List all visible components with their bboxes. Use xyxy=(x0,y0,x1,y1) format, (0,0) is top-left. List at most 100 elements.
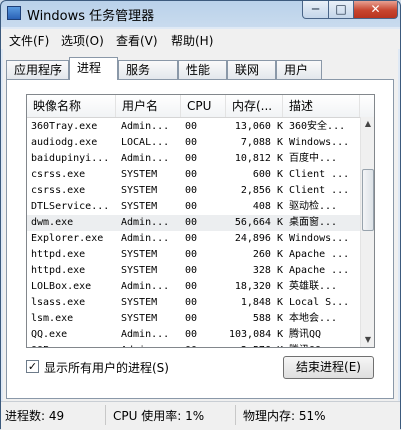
tab-services[interactable]: 服务 xyxy=(118,60,178,79)
process-description: 百度中... xyxy=(289,153,338,164)
process-row[interactable]: QQ.exe Admin... 00 103,084 K 腾讯QQ xyxy=(27,327,360,343)
column-memory[interactable]: 内存(... xyxy=(226,95,283,117)
process-memory: 260 K xyxy=(252,249,283,260)
process-row[interactable]: httpd.exe SYSTEM 00 328 K Apache ... xyxy=(27,263,360,279)
process-user: SYSTEM xyxy=(121,169,158,180)
process-memory: 10,812 K xyxy=(234,153,283,164)
process-memory: 600 K xyxy=(252,169,283,180)
process-user: SYSTEM xyxy=(121,313,158,324)
menu-view[interactable]: 查看(V) xyxy=(116,32,158,49)
process-user: Admin... xyxy=(121,343,183,347)
tab-processes[interactable]: 进程 xyxy=(69,57,118,80)
tab-networking[interactable]: 联网 xyxy=(227,60,276,79)
process-row[interactable]: csrss.exe SYSTEM 00 600 K Client ... xyxy=(27,167,360,183)
process-memory: 2,576 K xyxy=(229,343,283,347)
process-description: Windows... xyxy=(289,233,350,244)
end-process-button[interactable]: 结束进程(E) xyxy=(283,356,374,379)
process-list[interactable]: 映像名称 用户名 CPU 内存(... 描述 360Tray.exe Admin.… xyxy=(26,94,375,348)
process-description: 360安全... xyxy=(289,121,346,132)
process-cpu: 00 xyxy=(185,297,198,308)
process-cpu: 00 xyxy=(185,313,198,324)
title-bar[interactable]: Windows 任务管理器 ─ □ ✕ xyxy=(1,1,400,27)
process-description: Local S... xyxy=(289,297,350,308)
scroll-thumb[interactable] xyxy=(362,169,374,231)
process-name: httpd.exe xyxy=(31,265,86,276)
process-name: QQ.exe xyxy=(31,329,68,340)
process-row[interactable]: lsass.exe SYSTEM 00 1,848 K Local S... xyxy=(27,295,360,311)
process-row[interactable]: Explorer.exe Admin... 00 24,896 K Windows... xyxy=(27,231,360,247)
process-description: Windows... xyxy=(289,137,350,148)
process-cpu: 00 xyxy=(185,169,198,180)
process-memory: 7,088 K xyxy=(240,137,283,148)
process-row[interactable]: csrss.exe SYSTEM 00 2,856 K Client ... xyxy=(27,183,360,199)
process-row[interactable]: lsm.exe SYSTEM 00 588 K 本地会... xyxy=(27,311,360,327)
minimize-button[interactable]: ─ xyxy=(302,1,329,19)
process-user: Admin... xyxy=(121,217,170,228)
maximize-button[interactable]: □ xyxy=(328,1,354,19)
column-description[interactable]: 描述 xyxy=(283,95,360,117)
process-description: Apache ... xyxy=(289,265,350,276)
process-row[interactable]: QQPro.exeAdmin...00 2,576 K 腾讯QQ xyxy=(27,343,360,347)
tab-applications[interactable]: 应用程序 xyxy=(6,60,69,79)
process-row[interactable]: LOLBox.exe Admin... 00 18,320 K 英雄联... xyxy=(27,279,360,295)
process-name: csrss.exe xyxy=(31,169,86,180)
menu-bar: 文件(F) 选项(O) 查看(V) 帮助(H) xyxy=(1,29,400,49)
scroll-up-icon[interactable]: ▲ xyxy=(362,117,374,131)
process-description: 桌面窗... xyxy=(289,217,338,228)
tab-performance[interactable]: 性能 xyxy=(178,60,227,79)
process-user: SYSTEM xyxy=(121,265,158,276)
process-memory: 1,848 K xyxy=(240,297,283,308)
process-row[interactable]: DTLService... SYSTEM 00 408 K 驱动检... xyxy=(27,199,360,215)
window-title: Windows 任务管理器 xyxy=(27,9,155,24)
process-row[interactable]: audiodg.exe LOCAL... 00 7,088 K Windows... xyxy=(27,135,360,151)
process-description: Client ... xyxy=(289,185,350,196)
column-image-name[interactable]: 映像名称 xyxy=(27,95,116,117)
menu-options[interactable]: 选项(O) xyxy=(61,32,104,49)
process-memory: 13,060 K xyxy=(234,121,283,132)
process-description: Apache ... xyxy=(289,249,350,260)
process-cpu: 00 xyxy=(185,217,198,228)
process-cpu: 00 xyxy=(185,153,198,164)
process-cpu: 00 xyxy=(185,343,225,347)
memory-usage: 物理内存: 51% xyxy=(243,409,326,423)
process-description: 腾讯QQ xyxy=(289,343,359,347)
process-row[interactable]: httpd.exe SYSTEM 00 260 K Apache ... xyxy=(27,247,360,263)
process-memory: 588 K xyxy=(252,313,283,324)
task-manager-icon xyxy=(7,6,21,20)
menu-help[interactable]: 帮助(H) xyxy=(171,32,213,49)
cpu-usage: CPU 使用率: 1% xyxy=(113,409,205,423)
process-memory: 408 K xyxy=(252,201,283,212)
show-all-users-checkbox[interactable]: ✓ xyxy=(26,360,39,373)
process-row[interactable]: 360Tray.exe Admin... 00 13,060 K 360安全... xyxy=(27,119,360,135)
checkmark-icon: ✓ xyxy=(27,360,38,373)
process-name: lsass.exe xyxy=(31,297,86,308)
show-all-users-label[interactable]: 显示所有用户的进程(S) xyxy=(44,359,169,376)
process-user: SYSTEM xyxy=(121,249,158,260)
process-memory: 56,664 K xyxy=(234,217,283,228)
process-cpu: 00 xyxy=(185,233,198,244)
process-cpu: 00 xyxy=(185,265,198,276)
process-row[interactable]: dwm.exe Admin... 00 56,664 K 桌面窗... xyxy=(27,215,360,231)
process-memory: 2,856 K xyxy=(240,185,283,196)
column-header-row: 映像名称 用户名 CPU 内存(... 描述 xyxy=(27,95,374,118)
process-user: SYSTEM xyxy=(121,185,158,196)
process-name: baidupinyi... xyxy=(31,153,110,164)
process-row[interactable]: baidupinyi... Admin... 00 10,812 K 百度中... xyxy=(27,151,360,167)
process-name: httpd.exe xyxy=(31,249,86,260)
column-user-name[interactable]: 用户名 xyxy=(116,95,181,117)
process-cpu: 00 xyxy=(185,329,198,340)
scroll-down-icon[interactable]: ▼ xyxy=(362,333,374,347)
menu-file[interactable]: 文件(F) xyxy=(9,32,49,49)
tab-users[interactable]: 用户 xyxy=(276,60,322,79)
process-user: Admin... xyxy=(121,121,170,132)
process-description: 本地会... xyxy=(289,313,338,324)
process-description: 驱动检... xyxy=(289,201,338,212)
process-cpu: 00 xyxy=(185,201,198,212)
status-separator xyxy=(235,405,236,425)
process-user: Admin... xyxy=(121,233,170,244)
process-cpu: 00 xyxy=(185,137,198,148)
column-cpu[interactable]: CPU xyxy=(181,95,226,117)
close-button[interactable]: ✕ xyxy=(353,1,398,19)
process-user: SYSTEM xyxy=(121,297,158,308)
vertical-scrollbar[interactable]: ▲ ▼ xyxy=(360,117,374,347)
